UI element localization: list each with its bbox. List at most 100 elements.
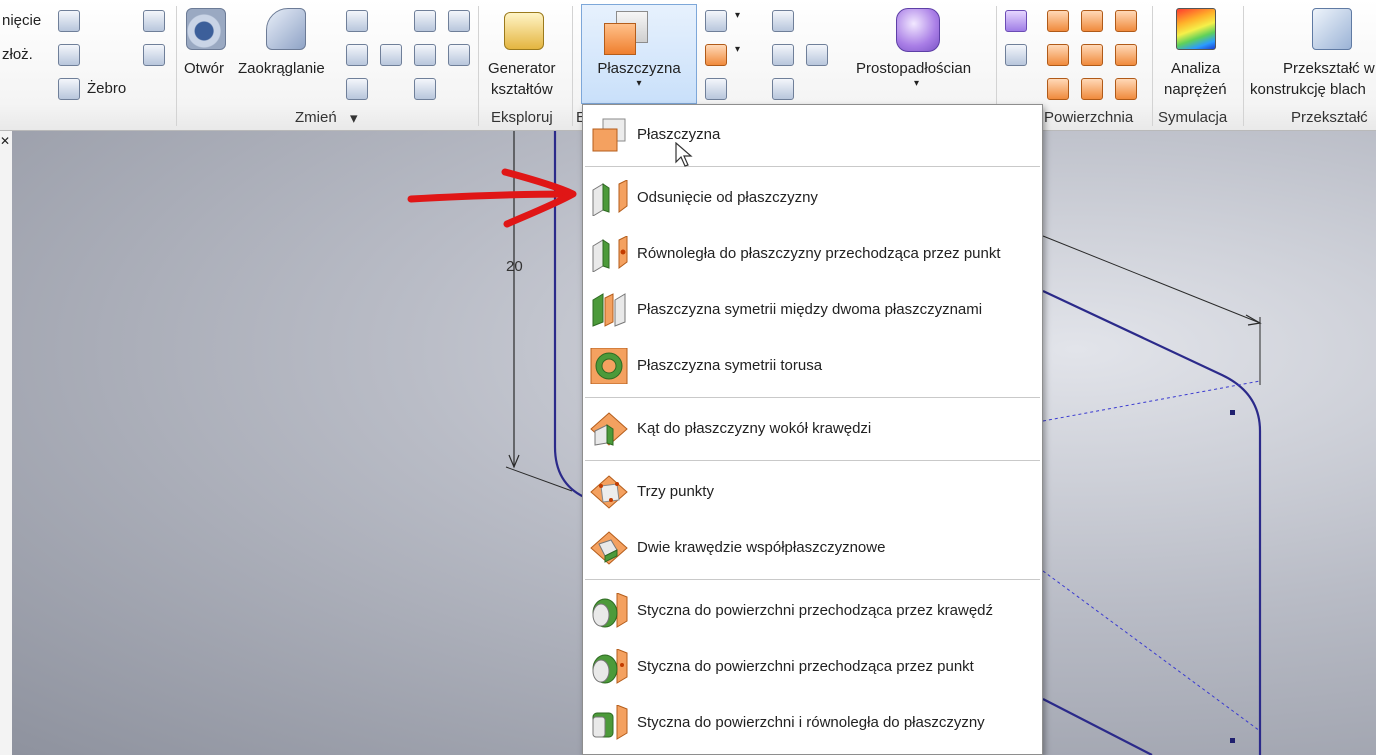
rib-button[interactable]: Żebro [87, 80, 126, 97]
angle-plane-edge-icon [590, 412, 628, 446]
stress-analysis-icon[interactable] [1176, 8, 1216, 50]
thicken-icon[interactable] [414, 44, 436, 66]
menu-item-three-points[interactable]: Trzy punkty [583, 466, 1042, 518]
menu-item-label: Kąt do płaszczyzny wokół krawędzi [637, 420, 872, 437]
menu-item-torus-midplane[interactable]: Płaszczyzna symetrii torusa [583, 340, 1042, 392]
menu-item-tangent-surface-edge[interactable]: Styczna do powierzchni przechodząca prze… [583, 585, 1042, 637]
menu-item-label: Odsunięcie od płaszczyzny [637, 189, 818, 206]
hole-button[interactable]: Otwór [184, 60, 224, 77]
tangent-surface-parallel-icon [592, 705, 628, 740]
menu-item-midplane-two-planes[interactable]: Płaszczyzna symetrii między dwoma płaszc… [583, 284, 1042, 336]
menu-item-label: Styczna do powierzchni i równoległa do p… [637, 714, 985, 731]
partial-derive-label[interactable]: złoż. [2, 46, 33, 63]
parallel-plane-point-icon [592, 236, 628, 272]
plane-icon [592, 118, 626, 152]
group-convert-label: Przekształć [1291, 109, 1368, 126]
replace-face-icon[interactable] [1081, 78, 1103, 100]
stress-analysis-line2[interactable]: naprężeń [1164, 81, 1227, 98]
shape-generator-icon[interactable] [504, 12, 544, 50]
mouse-cursor-icon [675, 142, 693, 167]
plane-button[interactable]: Płaszczyzna ▾ [581, 4, 697, 104]
menu-item-two-coplanar-edges[interactable]: Dwie krawędzie współpłaszczyznowe [583, 522, 1042, 574]
split-icon[interactable] [414, 78, 436, 100]
menu-item-tangent-surface-parallel[interactable]: Styczna do powierzchni i równoległa do p… [583, 697, 1042, 749]
fillet-button[interactable]: Zaokrąglanie [238, 60, 325, 77]
convert-sheet-metal-icon[interactable] [1312, 8, 1352, 50]
red-arrow-annotation [407, 168, 577, 228]
freeform-face-icon[interactable] [1005, 10, 1027, 32]
sketch-driven-pattern-icon[interactable] [772, 78, 794, 100]
chevron-down-icon[interactable]: ▾ [735, 44, 740, 55]
plane-button-label: Płaszczyzna [597, 60, 681, 77]
group-surface-label: Powierzchnia [1044, 109, 1134, 126]
hole-icon[interactable] [186, 8, 226, 50]
menu-item-angle-plane-edge[interactable]: Kąt do płaszczyzny wokół krawędzi [583, 403, 1042, 455]
menu-item-label: Styczna do powierzchni przechodząca prze… [637, 602, 994, 619]
sculpt-icon[interactable] [1115, 10, 1137, 32]
point-icon[interactable] [705, 44, 727, 66]
box-freeform-icon[interactable] [896, 8, 940, 52]
menu-item-tangent-surface-point[interactable]: Styczna do powierzchni przechodząca prze… [583, 641, 1042, 693]
stress-analysis-line1[interactable]: Analiza [1171, 60, 1220, 77]
ruled-surface-icon[interactable] [1047, 78, 1069, 100]
copy-object-icon[interactable] [143, 10, 165, 32]
plane-dropdown-menu: Płaszczyzna Odsunięcie od płaszczyzny Ró… [582, 104, 1043, 755]
shell-icon[interactable] [346, 44, 368, 66]
tangent-surface-point-icon [592, 649, 628, 684]
convert-freeform-icon[interactable] [1005, 44, 1027, 66]
midplane-two-planes-icon [592, 293, 626, 327]
menu-item-label: Styczna do powierzchni przechodząca prze… [637, 658, 974, 675]
group-explore-label: Eksploruj [491, 109, 553, 126]
fillet-icon[interactable] [266, 8, 306, 50]
menu-item-label: Płaszczyzna symetrii torusa [637, 357, 823, 374]
chamfer-icon[interactable] [346, 10, 368, 32]
rectangular-pattern-icon[interactable] [772, 10, 794, 32]
three-points-plane-icon [590, 475, 628, 509]
chevron-down-icon[interactable]: ▾ [914, 78, 919, 89]
thicken-offset-icon[interactable] [1047, 10, 1069, 32]
menu-item-offset-plane[interactable]: Odsunięcie od płaszczyzny [583, 172, 1042, 224]
circular-pattern-icon[interactable] [772, 44, 794, 66]
dimension-value[interactable]: 20 [506, 258, 523, 275]
plane-icon [604, 23, 636, 55]
partial-command-label[interactable]: nięcie [2, 12, 41, 29]
convert-sheet-metal-line2[interactable]: konstrukcję blach [1250, 81, 1366, 98]
menu-item-label: Trzy punkty [637, 483, 714, 500]
patch-icon[interactable] [1047, 44, 1069, 66]
extend-icon[interactable] [1115, 44, 1137, 66]
emboss-icon[interactable] [58, 10, 80, 32]
menu-item-plane[interactable]: Płaszczyzna [583, 109, 1042, 161]
trim-icon[interactable] [1081, 44, 1103, 66]
delete-face-icon[interactable] [448, 44, 470, 66]
chevron-down-icon[interactable]: ▾ [350, 109, 358, 127]
axis-icon[interactable] [705, 10, 727, 32]
menu-item-label: Płaszczyzna [637, 126, 721, 143]
rib-icon[interactable] [58, 78, 80, 100]
shape-generator-line1[interactable]: Generator [488, 60, 556, 77]
ucs-icon[interactable] [705, 78, 727, 100]
menu-item-label: Dwie krawędzie współpłaszczyznowe [637, 539, 886, 556]
menu-item-label: Równoległa do płaszczyzny przechodząca p… [637, 245, 1001, 262]
tangent-surface-edge-icon [592, 593, 628, 628]
box-button[interactable]: Prostopadłościan [856, 60, 971, 77]
thread-icon[interactable] [380, 44, 402, 66]
mirror-icon[interactable] [806, 44, 828, 66]
menu-item-parallel-plane-point[interactable]: Równoległa do płaszczyzny przechodząca p… [583, 228, 1042, 280]
two-coplanar-edges-icon [590, 531, 628, 565]
group-simulation-label: Symulacja [1158, 109, 1228, 126]
menu-item-label: Płaszczyzna symetrii między dwoma płaszc… [637, 301, 983, 318]
shape-generator-line2[interactable]: kształtów [491, 81, 553, 98]
close-icon[interactable]: ✕ [0, 135, 10, 147]
derive-icon[interactable] [58, 44, 80, 66]
convert-sheet-metal-line1[interactable]: Przekształć w [1283, 60, 1375, 77]
draft-icon[interactable] [346, 78, 368, 100]
combine-icon[interactable] [414, 10, 436, 32]
stitch-icon[interactable] [1081, 10, 1103, 32]
offset-plane-icon [592, 180, 628, 216]
repair-bodies-icon[interactable] [1115, 78, 1137, 100]
chevron-down-icon: ▾ [636, 78, 642, 89]
import-icon[interactable] [143, 44, 165, 66]
group-modify-label[interactable]: Zmień [295, 109, 337, 126]
chevron-down-icon[interactable]: ▾ [735, 10, 740, 21]
direct-edit-icon[interactable] [448, 10, 470, 32]
